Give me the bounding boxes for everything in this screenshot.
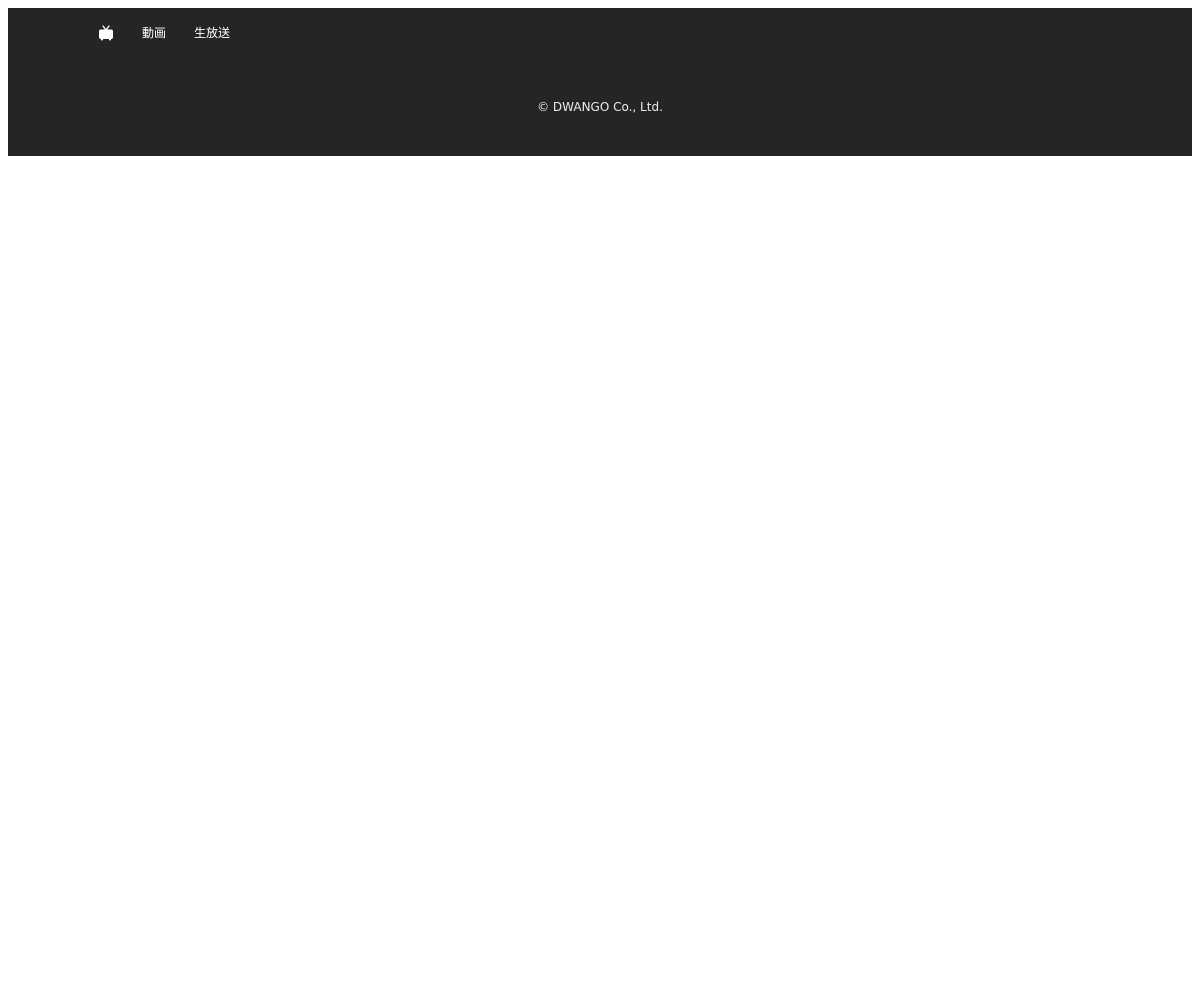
footer-nav: 動画 生放送 <box>98 24 258 42</box>
niconico-tv-icon <box>99 25 113 41</box>
nav-link-live[interactable]: 生放送 <box>194 24 230 42</box>
home-link[interactable] <box>98 25 114 41</box>
copyright-text: © DWANGO Co., Ltd. <box>537 100 663 114</box>
nav-link-video[interactable]: 動画 <box>142 24 166 42</box>
site-footer: 動画 生放送 © DWANGO Co., Ltd. <box>8 8 1192 156</box>
